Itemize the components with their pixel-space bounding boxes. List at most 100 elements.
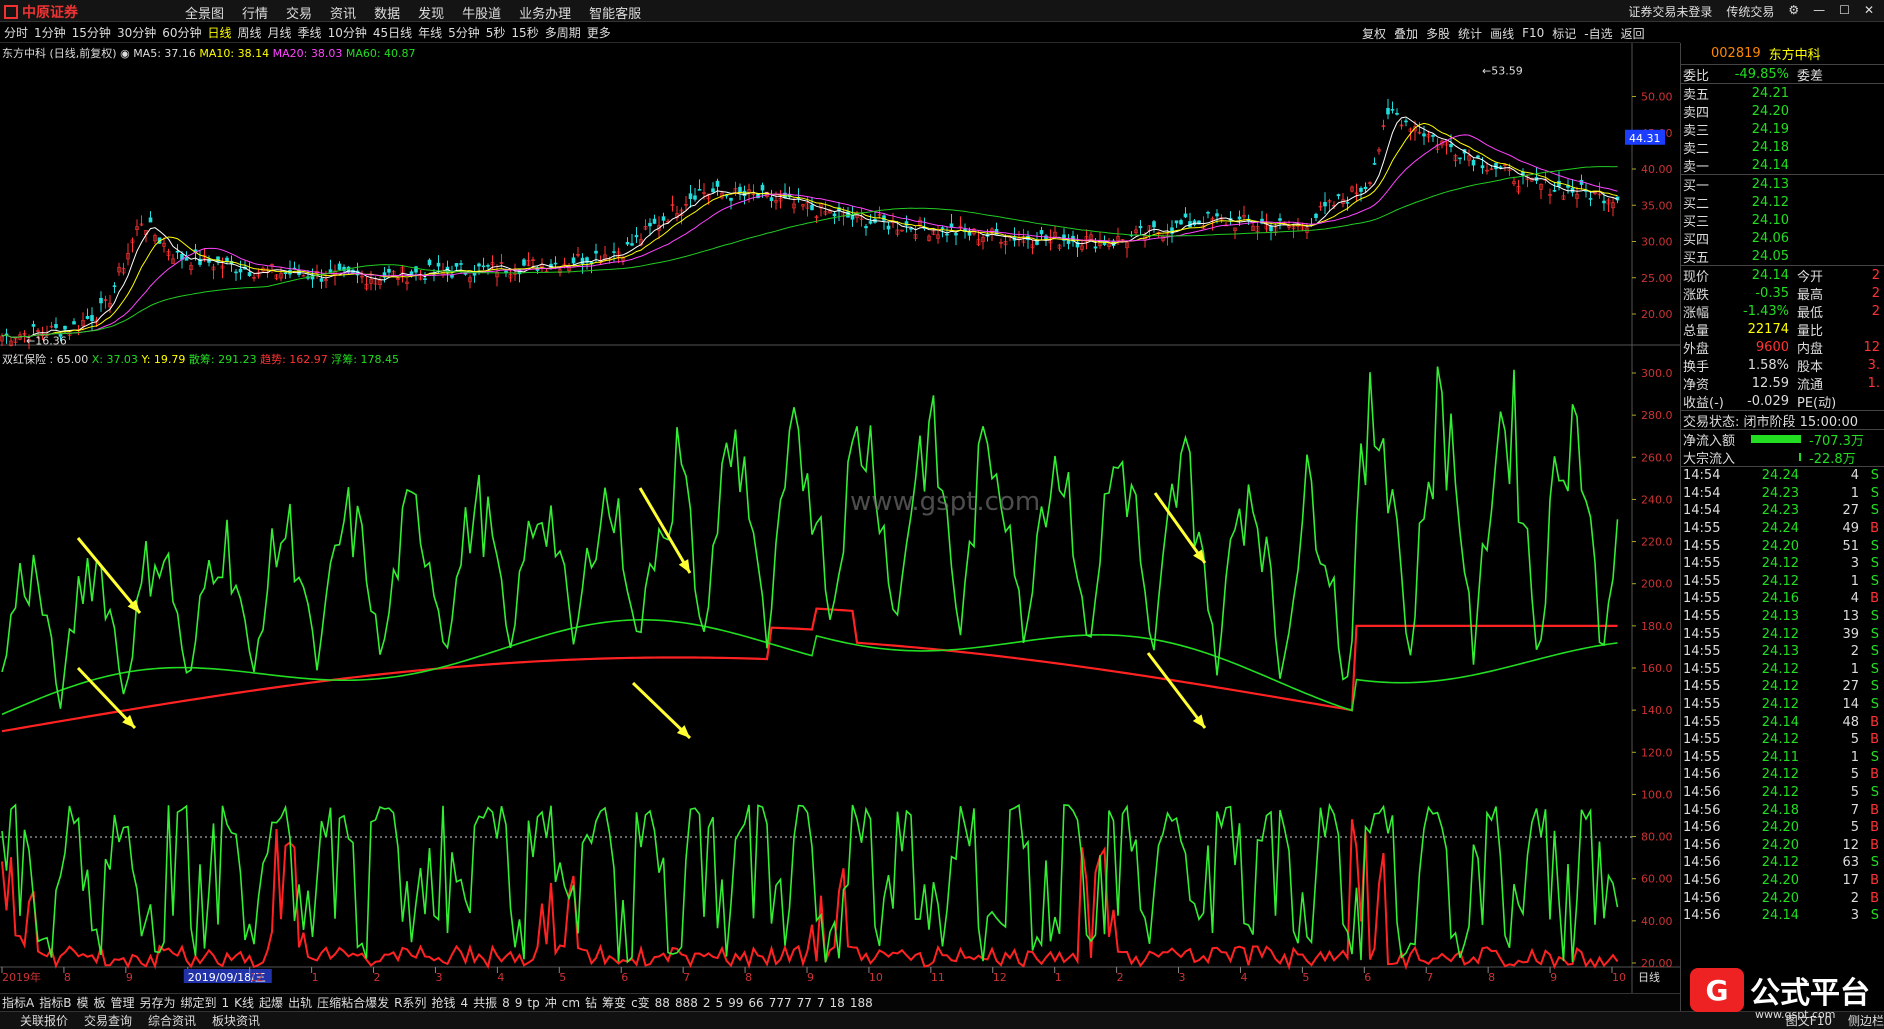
menu-item[interactable]: 行情 (242, 3, 268, 22)
indicator-tab[interactable]: cm (562, 996, 580, 1010)
indicator-tab[interactable]: c变 (631, 994, 650, 1011)
indicator-tab[interactable]: 7 (817, 996, 825, 1010)
candle-body (387, 268, 391, 273)
period-10[interactable]: 45日线 (373, 24, 412, 41)
ma-toggle-icon[interactable]: ◉ (120, 47, 133, 60)
tick-row: 14:55 24.24 49 B (1681, 520, 1884, 538)
period-6[interactable]: 周线 (238, 24, 262, 41)
status-right-item[interactable]: 侧边栏 (1848, 1012, 1884, 1029)
indicator-tab[interactable]: 777 (769, 996, 792, 1010)
close-icon[interactable]: ✕ (1864, 3, 1874, 20)
indicator-tab[interactable]: 模 (76, 994, 88, 1011)
tool-button[interactable]: 多股 (1426, 25, 1450, 42)
menu-item[interactable]: 资讯 (330, 3, 356, 22)
period-13[interactable]: 5秒 (486, 24, 506, 41)
indicator-tick-label: 160.0 (1641, 662, 1673, 675)
menu-item[interactable]: 业务办理 (519, 3, 571, 22)
indicator-tab[interactable]: 共振 (473, 994, 497, 1011)
tool-button[interactable]: 画线 (1490, 25, 1514, 42)
period-7[interactable]: 月线 (268, 24, 292, 41)
indicator-tab[interactable]: 冲 (545, 994, 557, 1011)
period-16[interactable]: 更多 (587, 24, 611, 41)
period-14[interactable]: 15秒 (511, 24, 538, 41)
indicator-tab[interactable]: 钻 (585, 994, 597, 1011)
indicator-tab[interactable]: 88 (655, 996, 670, 1010)
indicator-tab[interactable]: K线 (234, 994, 254, 1011)
indicator-tab[interactable]: 另存为 (140, 994, 176, 1011)
login-status[interactable]: 证券交易未登录 (1628, 3, 1712, 20)
menu-item[interactable]: 数据 (374, 3, 400, 22)
indicator-tab[interactable]: 指标A (2, 994, 34, 1011)
status-tab[interactable]: 关联报价 (20, 1012, 68, 1029)
status-tab[interactable]: 板块资讯 (212, 1012, 260, 1029)
stock-code[interactable]: 002819 (1711, 46, 1761, 61)
book-row: 卖二 24.18 (1681, 138, 1884, 157)
indicator-tab[interactable]: 8 (502, 996, 510, 1010)
chart-area[interactable]: 50.0045.0040.0035.0030.0025.0020.0044.31… (0, 43, 1680, 993)
tool-button[interactable]: 标记 (1552, 25, 1576, 42)
tool-button[interactable]: 复权 (1362, 25, 1386, 42)
indicator-tab[interactable]: 4 (460, 996, 468, 1010)
indicator-tab[interactable]: R系列 (394, 994, 426, 1011)
indicator-tab[interactable]: 压缩粘合爆发 (317, 994, 389, 1011)
period-5[interactable]: 日线 (208, 24, 232, 41)
tool-button[interactable]: F10 (1522, 26, 1544, 40)
period-11[interactable]: 年线 (418, 24, 442, 41)
indicator-tab[interactable]: 抢钱 (431, 994, 455, 1011)
indicator-tab[interactable]: 66 (748, 996, 763, 1010)
indicator-tab[interactable]: 起爆 (259, 994, 283, 1011)
tick-side: S (1870, 661, 1879, 677)
period-8[interactable]: 季线 (298, 24, 322, 41)
indicator-tab[interactable]: 188 (850, 996, 873, 1010)
indicator-tab[interactable]: 指标B (39, 994, 71, 1011)
tick-volume: 5 (1850, 820, 1859, 836)
classic-trade[interactable]: 传统交易 (1726, 3, 1774, 20)
tick-time: 14:55 (1683, 679, 1721, 695)
menu-item[interactable]: 交易 (286, 3, 312, 22)
period-9[interactable]: 10分钟 (328, 24, 367, 41)
period-4[interactable]: 60分钟 (162, 24, 201, 41)
indicator-tab[interactable]: 筹变 (602, 994, 626, 1011)
indicator-tab[interactable]: 9 (515, 996, 523, 1010)
menu-item[interactable]: 智能客服 (589, 3, 641, 22)
indicator-tab[interactable]: 18 (830, 996, 845, 1010)
stock-name[interactable]: 东方中科 (1769, 44, 1821, 63)
candle-body (1323, 202, 1327, 207)
tool-button[interactable]: 返回 (1621, 25, 1645, 42)
status-tab[interactable]: 交易查询 (84, 1012, 132, 1029)
tick-side: S (1870, 908, 1879, 924)
indicator-tab[interactable]: 出轨 (288, 994, 312, 1011)
indicator-tab[interactable]: 5 (716, 996, 724, 1010)
indicator-tab[interactable]: 管理 (110, 994, 134, 1011)
candle-body (652, 218, 657, 224)
indicator-tick-label: 60.00 (1641, 873, 1673, 886)
menu-item[interactable]: 全景图 (185, 3, 224, 22)
tick-price: 24.23 (1761, 503, 1799, 519)
maximize-icon[interactable]: ☐ (1839, 3, 1850, 20)
indicator-tab[interactable]: 2 (703, 996, 711, 1010)
tool-button[interactable]: 统计 (1458, 25, 1482, 42)
tool-button[interactable]: -自选 (1584, 25, 1612, 42)
period-3[interactable]: 30分钟 (117, 24, 156, 41)
tick-row: 14:54 24.23 1 S (1681, 485, 1884, 503)
indicator-tab[interactable]: 1 (222, 996, 230, 1010)
tick-list[interactable]: 14:54 24.24 4 S 14:54 24.23 1 S 14:54 24.23 27 S 14:… (1681, 467, 1884, 924)
period-12[interactable]: 5分钟 (448, 24, 480, 41)
period-15[interactable]: 多周期 (545, 24, 581, 41)
indicator-tab[interactable]: 99 (728, 996, 743, 1010)
indicator-tab[interactable]: tp (527, 996, 539, 1010)
menu-item[interactable]: 发现 (418, 3, 444, 22)
status-tab[interactable]: 综合资讯 (148, 1012, 196, 1029)
tool-button[interactable]: 叠加 (1394, 25, 1418, 42)
settings-icon[interactable]: ⚙ (1788, 3, 1799, 20)
signal-arrow (638, 487, 692, 574)
indicator-tab[interactable]: 板 (93, 994, 105, 1011)
indicator-tab[interactable]: 77 (797, 996, 812, 1010)
indicator-tab[interactable]: 888 (675, 996, 698, 1010)
menu-item[interactable]: 牛股道 (462, 3, 501, 22)
period-2[interactable]: 15分钟 (72, 24, 111, 41)
period-0[interactable]: 分时 (4, 24, 28, 41)
minimize-icon[interactable]: — (1813, 3, 1825, 20)
indicator-tab[interactable]: 绑定到 (181, 994, 217, 1011)
period-1[interactable]: 1分钟 (34, 24, 66, 41)
